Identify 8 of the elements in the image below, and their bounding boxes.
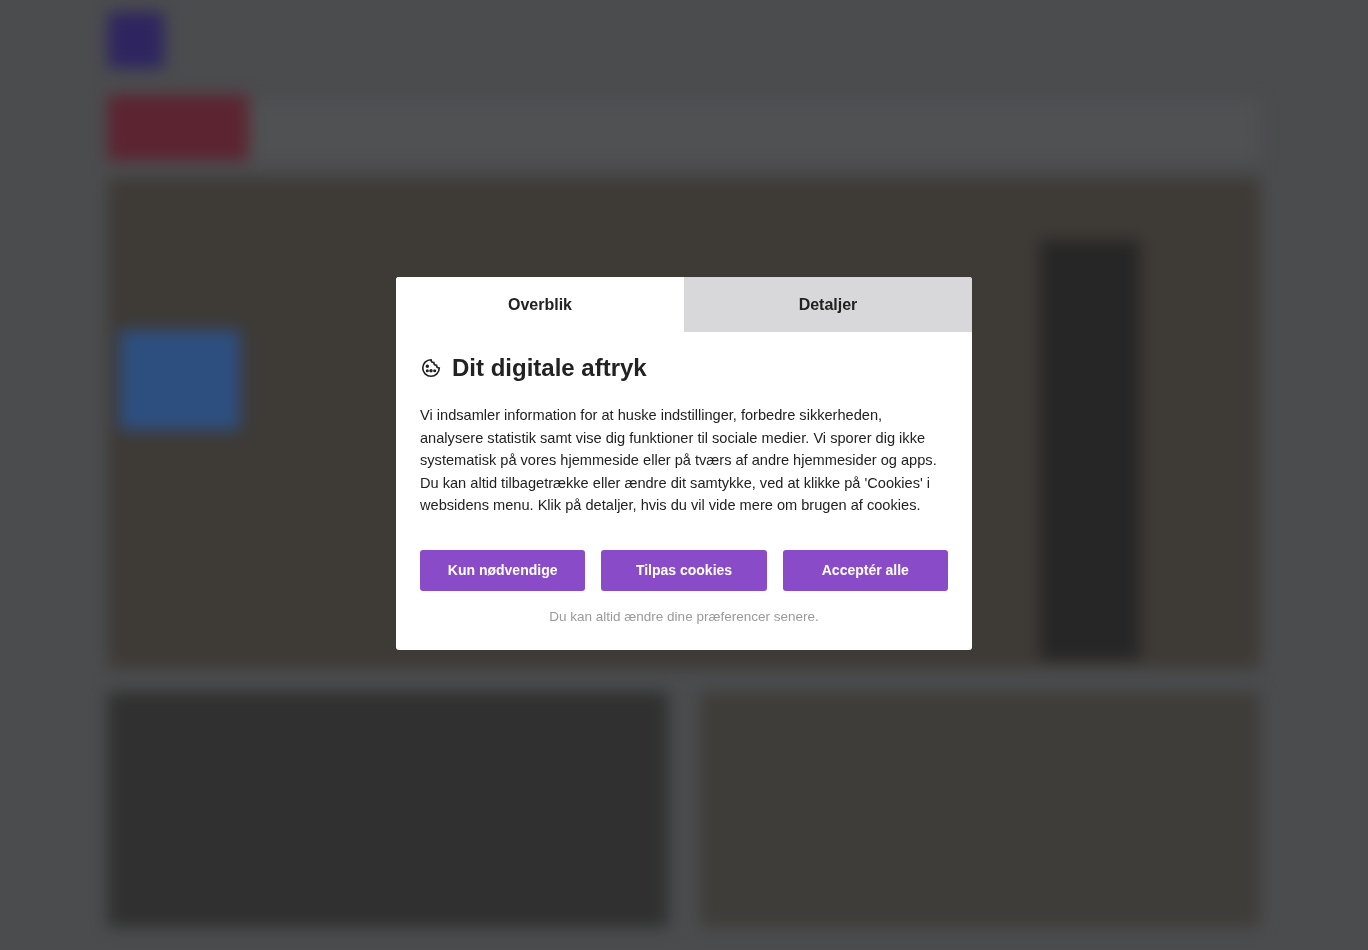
cookie-icon: [420, 357, 442, 379]
consent-button[interactable]: Kun nødvendige: [420, 549, 586, 591]
dialog-tab[interactable]: Detaljer: [684, 277, 972, 332]
dialog-description: Vi indsamler information for at huske indstillinger, forbedre sikkerheden, analysere statistik samt vise dig funktioner til sociale medier. Vi sporer dig ikke systematisk på vores hjemmeside eller på tværs af andre hjemmesider og apps. Du kan altid tilbagetrække eller ændre dit samtykke, ved at klikke på 'Cookies' i websidens menu. Klik på detaljer, hvis du vil vide mere om brugen af cookies.: [420, 406, 938, 515]
consent-button[interactable]: Acceptér alle: [782, 549, 948, 591]
dialog-title: Dit digitale aftryk: [452, 354, 647, 382]
preferences-note: Du kan altid ændre dine præferencer senere.: [548, 608, 820, 624]
consent-button[interactable]: Tilpas cookies: [601, 549, 767, 591]
